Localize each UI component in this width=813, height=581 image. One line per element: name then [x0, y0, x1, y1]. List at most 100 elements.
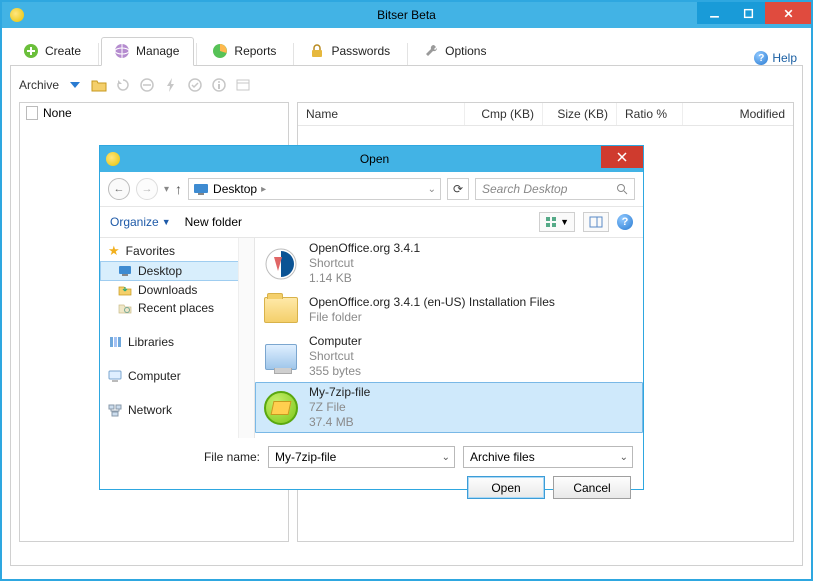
search-placeholder: Search Desktop [482, 182, 567, 196]
tab-label: Passwords [331, 44, 390, 58]
up-button[interactable]: ↑ [175, 181, 182, 197]
pie-chart-icon [212, 43, 228, 59]
help-link[interactable]: ? Help [754, 51, 803, 65]
col-cmp[interactable]: Cmp (KB) [465, 103, 543, 125]
col-size[interactable]: Size (KB) [543, 103, 617, 125]
tab-options[interactable]: Options [410, 37, 501, 66]
nav-network[interactable]: Network [100, 401, 254, 419]
chevron-right-icon[interactable]: ▸ [261, 184, 266, 195]
item-name: Computer [309, 334, 362, 349]
item-size: 37.4 MB [309, 415, 370, 430]
tab-reports[interactable]: Reports [199, 37, 291, 66]
history-dropdown[interactable]: ▾ [164, 184, 169, 195]
filter-select[interactable]: Archive files⌄ [463, 446, 633, 468]
breadcrumb-segment[interactable]: Desktop [213, 182, 257, 196]
dialog-help-icon[interactable]: ? [617, 214, 633, 230]
window-icon[interactable] [235, 77, 251, 93]
stop-icon[interactable] [139, 77, 155, 93]
archive-toolbar: Archive [19, 74, 794, 96]
close-button[interactable] [765, 2, 811, 24]
breadcrumb[interactable]: Desktop ▸ ⌄ [188, 178, 441, 200]
search-icon [616, 183, 628, 195]
organize-menu[interactable]: Organize ▼ [110, 215, 171, 229]
window-title: Bitser Beta [2, 8, 811, 22]
maximize-button[interactable] [731, 2, 765, 24]
download-icon [118, 284, 132, 296]
reload-icon[interactable] [115, 77, 131, 93]
nav-recent[interactable]: Recent places [100, 299, 254, 317]
minimize-button[interactable] [697, 2, 731, 24]
help-icon: ? [754, 51, 768, 65]
forward-button[interactable]: → [136, 178, 158, 200]
network-icon [108, 404, 122, 417]
view-mode-button[interactable]: ▼ [539, 212, 575, 232]
preview-pane-button[interactable] [583, 212, 609, 232]
computer-icon [263, 339, 299, 375]
search-input[interactable]: Search Desktop [475, 178, 635, 200]
col-modified[interactable]: Modified [683, 103, 793, 125]
tree-root[interactable]: None [20, 103, 288, 123]
item-name: OpenOffice.org 3.4.1 (en-US) Installatio… [309, 295, 555, 310]
list-item[interactable]: OpenOffice.org 3.4.1 (en-US) Installatio… [255, 289, 643, 331]
titlebar[interactable]: Bitser Beta [2, 2, 811, 28]
dialog-toolbar: Organize ▼ New folder ▼ ? [100, 207, 643, 238]
info-icon[interactable] [211, 77, 227, 93]
open-folder-icon[interactable] [91, 77, 107, 93]
check-icon[interactable] [187, 77, 203, 93]
list-item-selected[interactable]: My-7zip-file7Z File37.4 MB [255, 382, 643, 433]
tab-create[interactable]: Create [10, 37, 96, 66]
column-headers[interactable]: Name Cmp (KB) Size (KB) Ratio % Modified [298, 103, 793, 126]
cancel-button[interactable]: Cancel [553, 476, 631, 499]
dialog-titlebar[interactable]: Open [100, 146, 643, 172]
help-label: Help [772, 51, 797, 65]
filename-input[interactable]: My-7zip-file⌄ [268, 446, 455, 468]
tab-manage[interactable]: Manage [101, 37, 194, 66]
item-type: Shortcut [309, 256, 420, 271]
nav-computer[interactable]: Computer [100, 367, 254, 385]
nav-desktop[interactable]: Desktop [100, 261, 254, 281]
breadcrumb-dropdown[interactable]: ⌄ [428, 184, 436, 195]
refresh-button[interactable]: ⟳ [447, 178, 469, 200]
file-list[interactable]: OpenOffice.org 3.4.1Shortcut1.14 KB Open… [255, 238, 643, 438]
filename-label: File name: [110, 450, 260, 464]
plus-circle-icon [23, 43, 39, 59]
tab-label: Options [445, 44, 486, 58]
nav-libraries[interactable]: Libraries [100, 333, 254, 351]
list-item[interactable]: ComputerShortcut355 bytes [255, 331, 643, 382]
dropdown-icon[interactable] [67, 77, 83, 93]
item-type: File folder [309, 310, 555, 325]
tab-label: Manage [136, 44, 179, 58]
computer-icon [108, 370, 122, 383]
nav-pane[interactable]: ★Favorites Desktop Downloads Recent plac… [100, 238, 255, 438]
folder-icon [263, 292, 299, 328]
star-icon: ★ [108, 243, 120, 259]
item-size: 1.14 KB [309, 271, 420, 286]
libraries-icon [108, 335, 122, 349]
dialog-title: Open [106, 152, 643, 166]
item-name: My-7zip-file [309, 385, 370, 400]
desktop-icon [193, 182, 209, 196]
nav-favorites[interactable]: ★Favorites [100, 241, 254, 261]
page-icon [26, 106, 38, 120]
col-ratio[interactable]: Ratio % [617, 103, 683, 125]
dialog-footer: File name: My-7zip-file⌄ Archive files⌄ … [100, 438, 643, 509]
recent-icon [118, 302, 132, 314]
item-type: 7Z File [309, 400, 370, 415]
open-button[interactable]: Open [467, 476, 545, 499]
sevenzip-icon [263, 390, 299, 426]
back-button[interactable]: ← [108, 178, 130, 200]
wrench-icon [423, 43, 439, 59]
tab-passwords[interactable]: Passwords [296, 37, 405, 66]
openoffice-icon [263, 246, 299, 282]
globe-icon [114, 43, 130, 59]
new-folder-button[interactable]: New folder [185, 215, 242, 229]
scrollbar[interactable] [238, 238, 254, 438]
list-item[interactable]: OpenOffice.org 3.4.1Shortcut1.14 KB [255, 238, 643, 289]
open-dialog: Open ← → ▾ ↑ Desktop ▸ ⌄ ⟳ Search Deskto… [99, 145, 644, 490]
dialog-close-button[interactable] [601, 146, 643, 168]
flash-icon[interactable] [163, 77, 179, 93]
tab-label: Create [45, 44, 81, 58]
col-name[interactable]: Name [298, 103, 465, 125]
tree-root-label: None [43, 106, 72, 120]
nav-downloads[interactable]: Downloads [100, 281, 254, 299]
